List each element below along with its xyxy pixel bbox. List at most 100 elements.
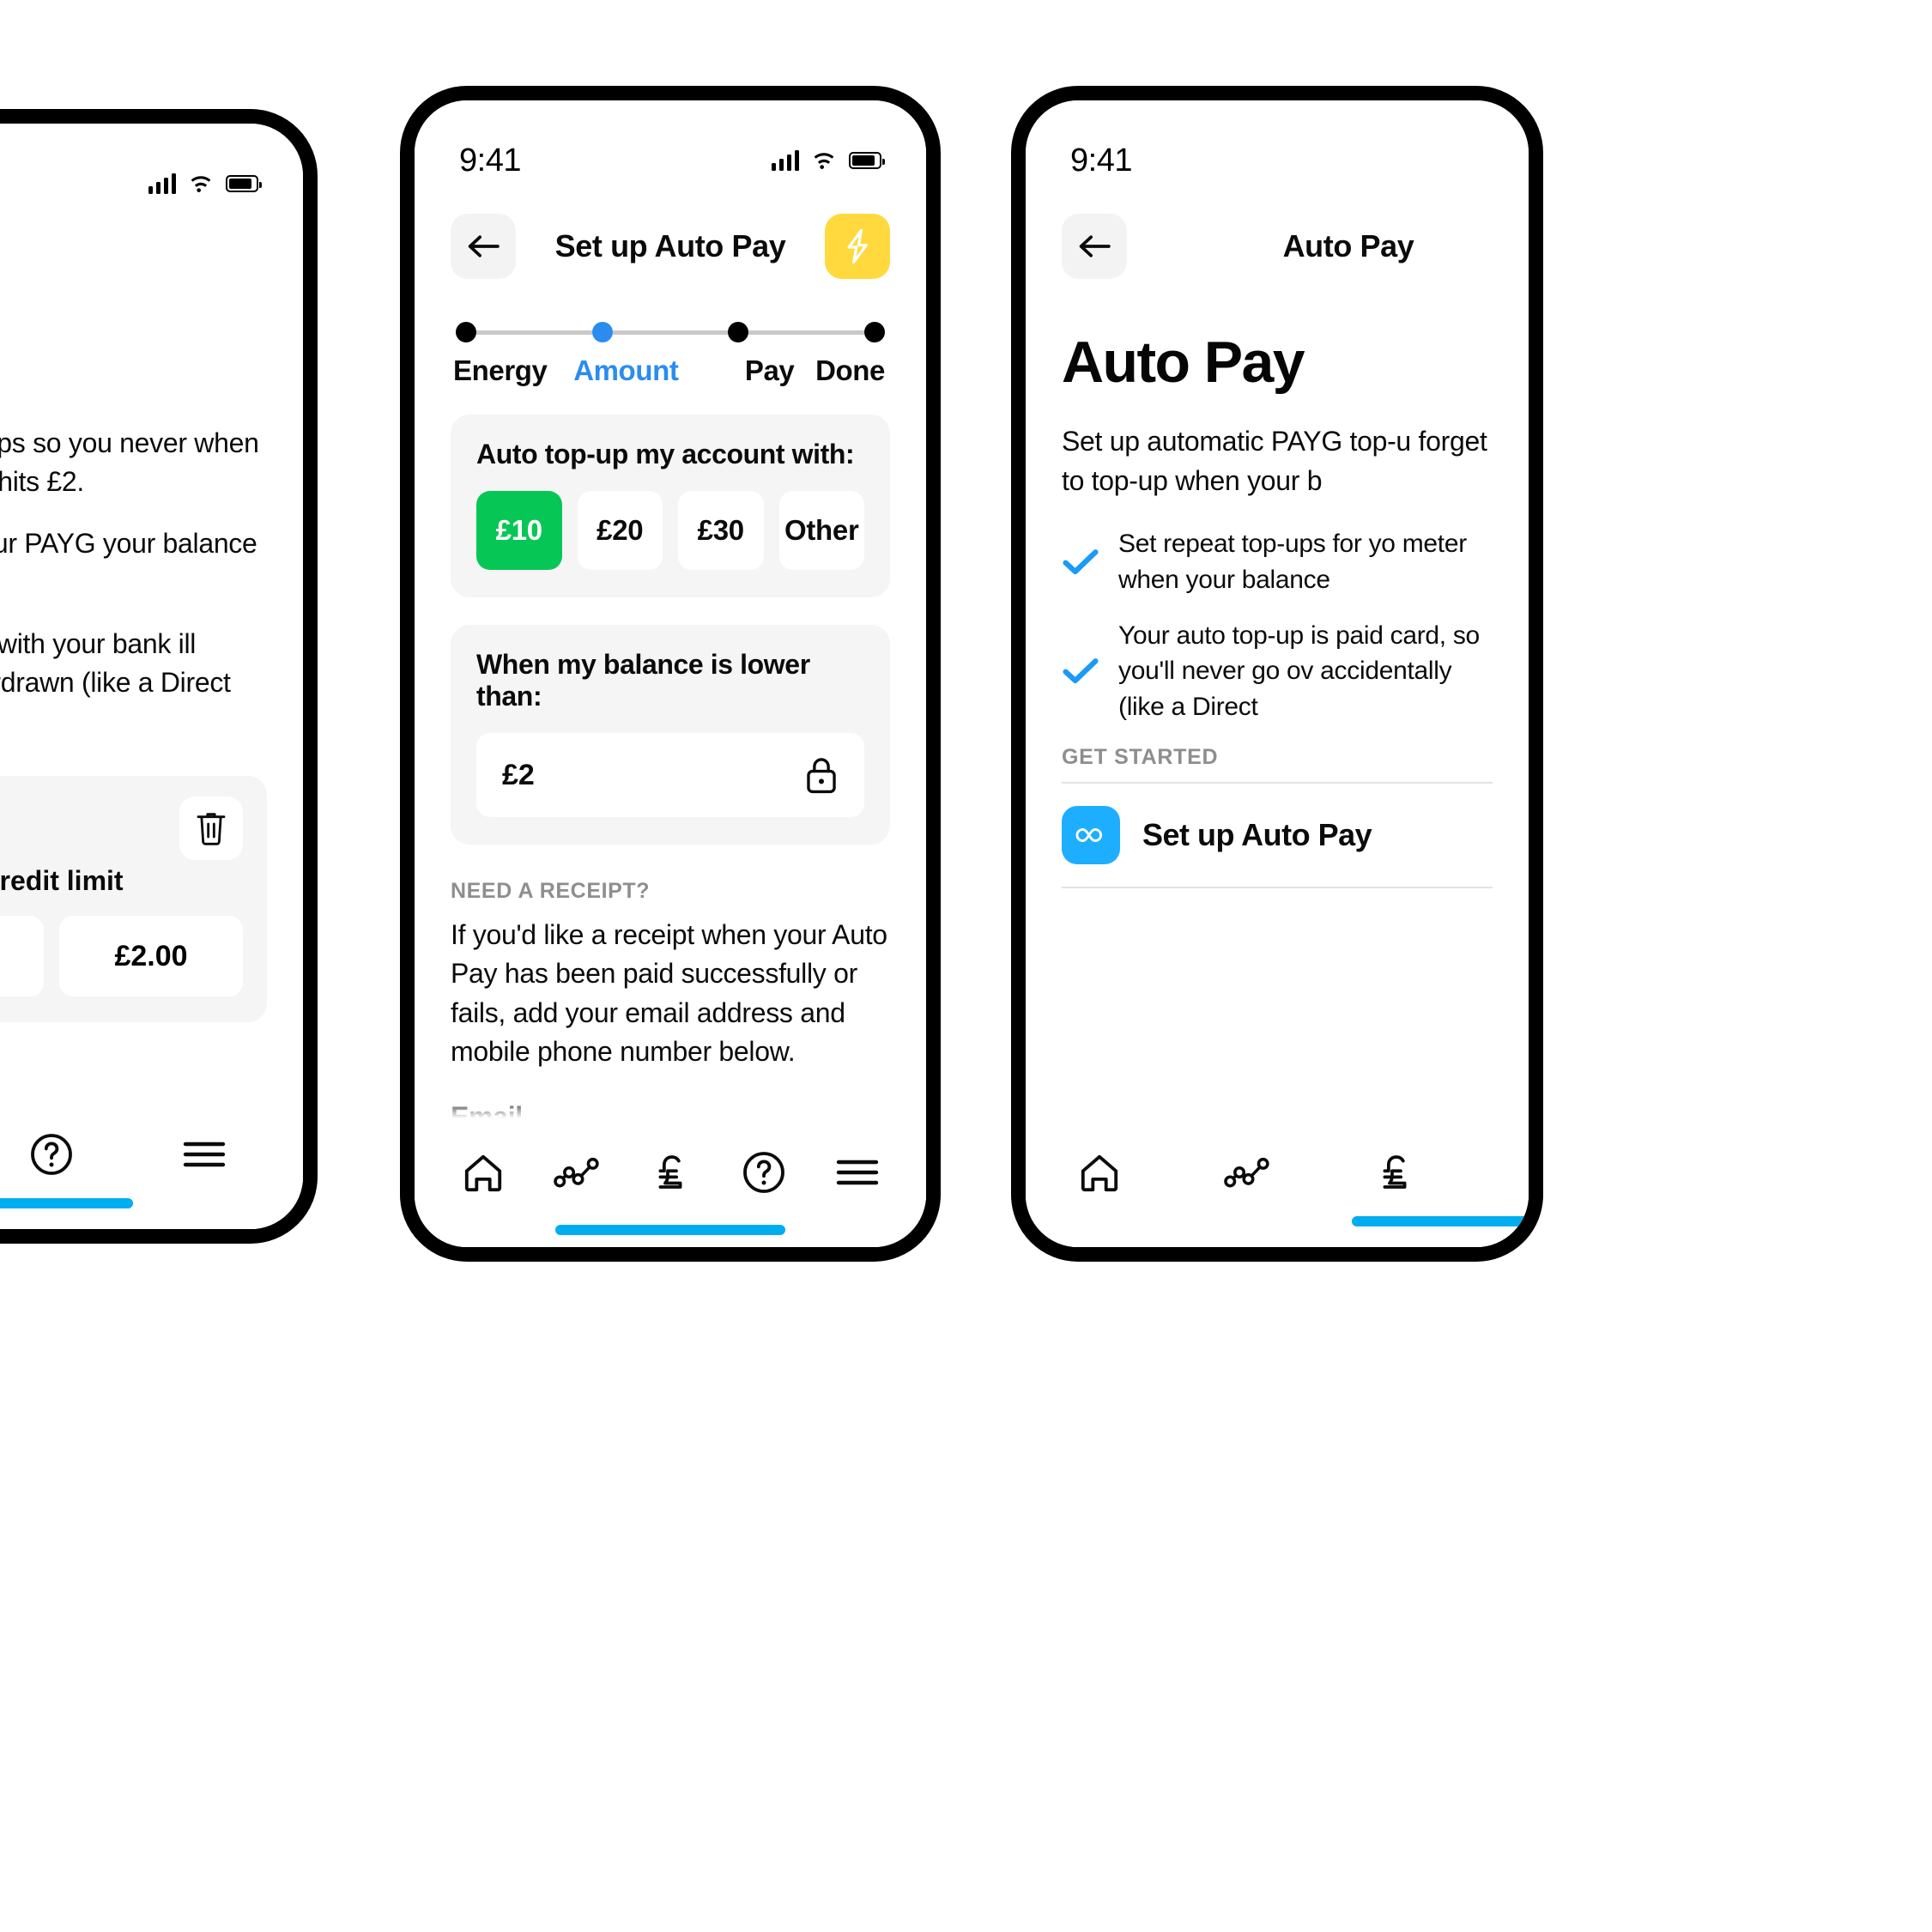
back-arrow-icon bbox=[1079, 235, 1111, 257]
credit-limit-field-left[interactable] bbox=[0, 916, 44, 997]
phone-right-screen: 9:41 Auto Pay Auto Pay Set up automatic … bbox=[1026, 100, 1529, 1247]
page-title-center: Set up Auto Pay bbox=[554, 228, 786, 263]
infinity-icon bbox=[1062, 806, 1120, 865]
status-bar-right: 9:41 bbox=[1026, 100, 1529, 195]
wifi-icon bbox=[188, 174, 214, 193]
tab-usage-right[interactable] bbox=[1213, 1138, 1281, 1207]
wifi-icon bbox=[811, 151, 837, 170]
tab-payments-right[interactable] bbox=[1360, 1138, 1429, 1207]
set-up-auto-pay-label: Set up Auto Pay bbox=[1142, 817, 1372, 853]
step-dot-done[interactable] bbox=[864, 322, 886, 342]
list-item: Your auto top-up is paid card, so you'll… bbox=[1062, 618, 1493, 724]
phone-center-screen: 9:41 Set up Auto Pay Energy Amount Pay D… bbox=[415, 100, 926, 1247]
step-segment-3 bbox=[748, 330, 865, 335]
tab-bar-right bbox=[1026, 1118, 1529, 1247]
step-segment-2 bbox=[612, 330, 729, 335]
home-indicator-right bbox=[1352, 1216, 1529, 1226]
status-bar-left bbox=[0, 124, 303, 218]
balance-threshold-value: £2 bbox=[502, 758, 535, 791]
status-time-center: 9:41 bbox=[459, 142, 521, 179]
trash-icon bbox=[197, 813, 226, 845]
step-segment-1 bbox=[476, 330, 592, 335]
home-icon bbox=[1081, 1154, 1118, 1191]
phone-right: 9:41 Auto Pay Auto Pay Set up automatic … bbox=[1011, 86, 1543, 1262]
tab-home-center[interactable] bbox=[449, 1138, 518, 1207]
tab-bar-left bbox=[0, 1100, 303, 1229]
balance-threshold-card: When my balance is lower than: £2 bbox=[451, 625, 890, 845]
tab-help-left[interactable] bbox=[17, 1120, 86, 1189]
help-icon bbox=[742, 1151, 784, 1193]
set-up-auto-pay-row[interactable]: Set up Auto Pay bbox=[1062, 784, 1493, 887]
phone-left: Auto Pay c PAYG top-ups so you never whe… bbox=[0, 109, 318, 1244]
check-icon bbox=[1062, 657, 1099, 686]
signal-bars-icon bbox=[148, 173, 176, 194]
status-bar-center: 9:41 bbox=[415, 100, 926, 195]
usage-graph-icon bbox=[554, 1157, 599, 1187]
back-button[interactable] bbox=[451, 214, 516, 279]
page-heading-right: Auto Pay bbox=[1062, 330, 1305, 395]
tab-home-right[interactable] bbox=[1065, 1138, 1134, 1207]
receipt-body-text: If you'd like a receipt when your Auto P… bbox=[451, 919, 887, 1068]
content-fade-left bbox=[0, 1078, 303, 1100]
step-label-pay: Pay bbox=[744, 354, 795, 386]
pound-icon bbox=[1383, 1154, 1407, 1189]
back-arrow-icon bbox=[468, 235, 500, 257]
divider-bottom bbox=[1062, 887, 1493, 889]
left-paragraph-2: op-ups for your PAYG your balance reache… bbox=[0, 527, 257, 559]
tab-menu-left[interactable] bbox=[170, 1120, 239, 1189]
battery-icon bbox=[226, 175, 262, 192]
get-started-label: GET STARTED bbox=[1062, 745, 1219, 770]
status-icons-left bbox=[148, 173, 262, 194]
credit-limit-value[interactable]: £2.00 bbox=[59, 916, 243, 997]
help-icon bbox=[31, 1133, 72, 1175]
nav-bar-right: Auto Pay bbox=[1026, 195, 1529, 298]
list-item-label: Set repeat top-ups for yo meter when you… bbox=[1118, 530, 1467, 594]
left-paragraph-1: c PAYG top-ups so you never when your ba… bbox=[0, 427, 259, 498]
amount-option-30[interactable]: £30 bbox=[678, 491, 764, 570]
home-indicator-left bbox=[0, 1198, 133, 1208]
check-icon bbox=[1062, 548, 1099, 577]
step-label-amount: Amount bbox=[573, 354, 679, 386]
topup-amount-title: Auto top-up my account with: bbox=[476, 439, 855, 469]
step-dot-pay[interactable] bbox=[728, 322, 749, 342]
receipt-section-label: NEED A RECEIPT? bbox=[451, 879, 651, 903]
phone-center: 9:41 Set up Auto Pay Energy Amount Pay D… bbox=[400, 86, 941, 1262]
amount-option-20[interactable]: £20 bbox=[577, 491, 663, 570]
pound-icon bbox=[658, 1154, 682, 1189]
home-icon bbox=[465, 1154, 502, 1191]
back-button-right[interactable] bbox=[1062, 214, 1127, 279]
menu-icon bbox=[183, 1142, 226, 1166]
lock-icon bbox=[804, 755, 839, 795]
content-fade-center bbox=[415, 1096, 926, 1118]
signal-bars-icon bbox=[771, 150, 799, 171]
tab-usage-center[interactable] bbox=[542, 1138, 611, 1207]
tab-payments-center[interactable] bbox=[636, 1138, 705, 1207]
balance-threshold-field[interactable]: £2 bbox=[476, 733, 864, 817]
page-title-left: Auto Pay bbox=[0, 251, 267, 288]
list-item-label: Your auto top-up is paid card, so you'll… bbox=[1118, 621, 1480, 721]
amount-option-10[interactable]: £10 bbox=[476, 491, 562, 570]
nav-bar-left: Auto Pay bbox=[0, 218, 303, 321]
usage-graph-icon bbox=[1224, 1157, 1269, 1187]
boost-button[interactable] bbox=[825, 214, 890, 279]
lightning-bolt-icon bbox=[847, 228, 868, 264]
delete-button[interactable] bbox=[179, 796, 243, 861]
nav-bar-center: Set up Auto Pay bbox=[415, 195, 926, 298]
screenshot-stage: Auto Pay c PAYG top-ups so you never whe… bbox=[0, 0, 1932, 1932]
step-label-energy: Energy bbox=[453, 354, 548, 386]
amount-option-other[interactable]: Other bbox=[778, 491, 864, 570]
step-label-done: Done bbox=[815, 354, 886, 386]
tab-menu-center[interactable] bbox=[823, 1138, 892, 1207]
balance-threshold-title: When my balance is lower than: bbox=[476, 649, 810, 712]
topup-amount-card: Auto top-up my account with: £10 £20 £30… bbox=[451, 415, 890, 597]
tab-help-center[interactable] bbox=[730, 1138, 798, 1207]
step-dot-amount[interactable] bbox=[591, 322, 613, 342]
credit-limit-label: Credit limit bbox=[0, 865, 124, 897]
home-indicator-center bbox=[555, 1225, 785, 1235]
step-dot-energy[interactable] bbox=[456, 322, 476, 342]
list-item: Set repeat top-ups for yo meter when you… bbox=[1062, 526, 1493, 597]
stepper-track bbox=[456, 322, 886, 342]
content-fade-right bbox=[1026, 1096, 1529, 1118]
phone-left-screen: Auto Pay c PAYG top-ups so you never whe… bbox=[0, 124, 303, 1229]
page-title-right: Auto Pay bbox=[1282, 228, 1414, 263]
